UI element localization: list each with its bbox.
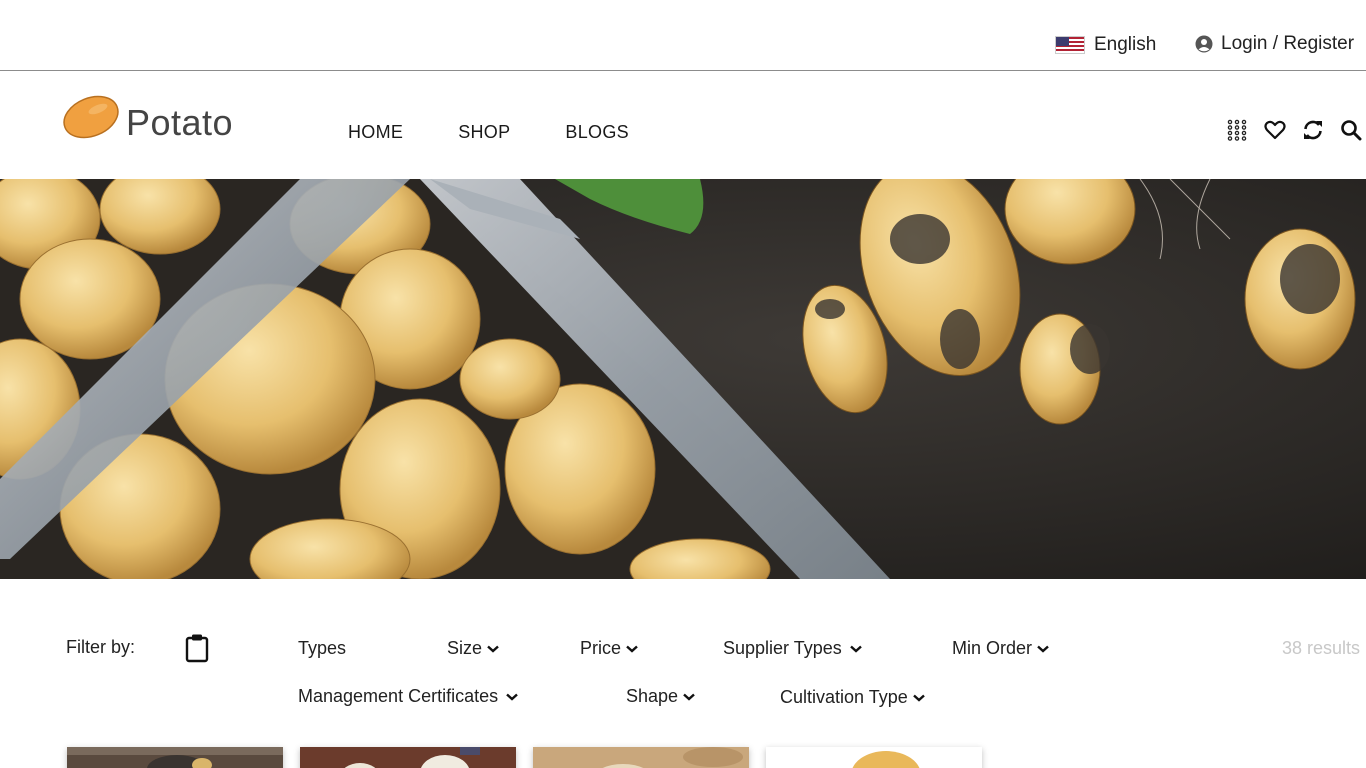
heart-icon[interactable] [1264,119,1286,141]
product-card[interactable] [766,747,982,768]
filter-management-certificates-label: Management Certificates [298,686,499,706]
filter-types[interactable]: Types [298,638,346,659]
product-image [533,747,749,768]
filter-cultivation-type[interactable]: Cultivation Type [780,687,925,708]
filter-price[interactable]: Price [580,638,638,659]
product-card[interactable] [533,747,749,768]
language-label: English [1094,34,1157,55]
product-image [300,747,516,768]
potato-logo-icon [63,95,119,139]
clipboard-icon[interactable] [185,633,209,668]
filter-supplier-types-label: Supplier Types [723,638,842,658]
filter-min-order-label: Min Order [952,638,1033,658]
main-nav: HOME SHOP BLOGS [348,122,629,143]
filter-by-label: Filter by: [66,637,136,657]
filter-cultivation-type-label: Cultivation Type [780,687,908,707]
header-icons [1226,119,1362,141]
filter-management-certificates[interactable]: Management Certificates [298,686,518,707]
results-count: 38 results [1282,638,1361,658]
chevron-down-icon [1037,645,1049,653]
nav-shop[interactable]: SHOP [458,122,510,143]
filter-size[interactable]: Size [447,638,499,659]
filter-shape[interactable]: Shape [626,686,695,707]
us-flag-icon [1055,36,1085,54]
hero-banner-image [0,179,1366,579]
chevron-down-icon [487,645,499,653]
filter-min-order[interactable]: Min Order [952,638,1049,659]
product-image [766,747,982,768]
chevron-down-icon [506,693,518,701]
product-card[interactable] [67,747,283,768]
top-bar: English Login / Register [0,0,1366,71]
chevron-down-icon [849,645,862,653]
login-register-label: Login / Register [1221,33,1355,54]
refresh-icon[interactable] [1302,119,1324,141]
filter-supplier-types[interactable]: Supplier Types [723,638,862,659]
product-image [67,747,283,768]
language-selector[interactable]: English [1055,34,1156,56]
site-logo[interactable]: Potato [62,93,233,141]
filter-shape-label: Shape [626,686,679,706]
main-header: Potato HOME SHOP BLOGS [0,71,1366,179]
chevron-down-icon [626,645,638,653]
login-register-link[interactable]: Login / Register [1195,33,1354,55]
filter-types-label: Types [298,638,347,658]
chevron-down-icon [912,694,925,702]
nav-home[interactable]: HOME [348,122,403,143]
search-icon[interactable] [1340,119,1362,141]
user-icon [1195,35,1213,53]
chevron-down-icon [683,693,695,701]
grid-icon[interactable] [1226,119,1248,141]
logo-text: Potato [126,102,234,143]
filter-size-label: Size [447,638,483,658]
nav-blogs[interactable]: BLOGS [565,122,629,143]
product-card[interactable] [300,747,516,768]
filter-price-label: Price [580,638,622,658]
